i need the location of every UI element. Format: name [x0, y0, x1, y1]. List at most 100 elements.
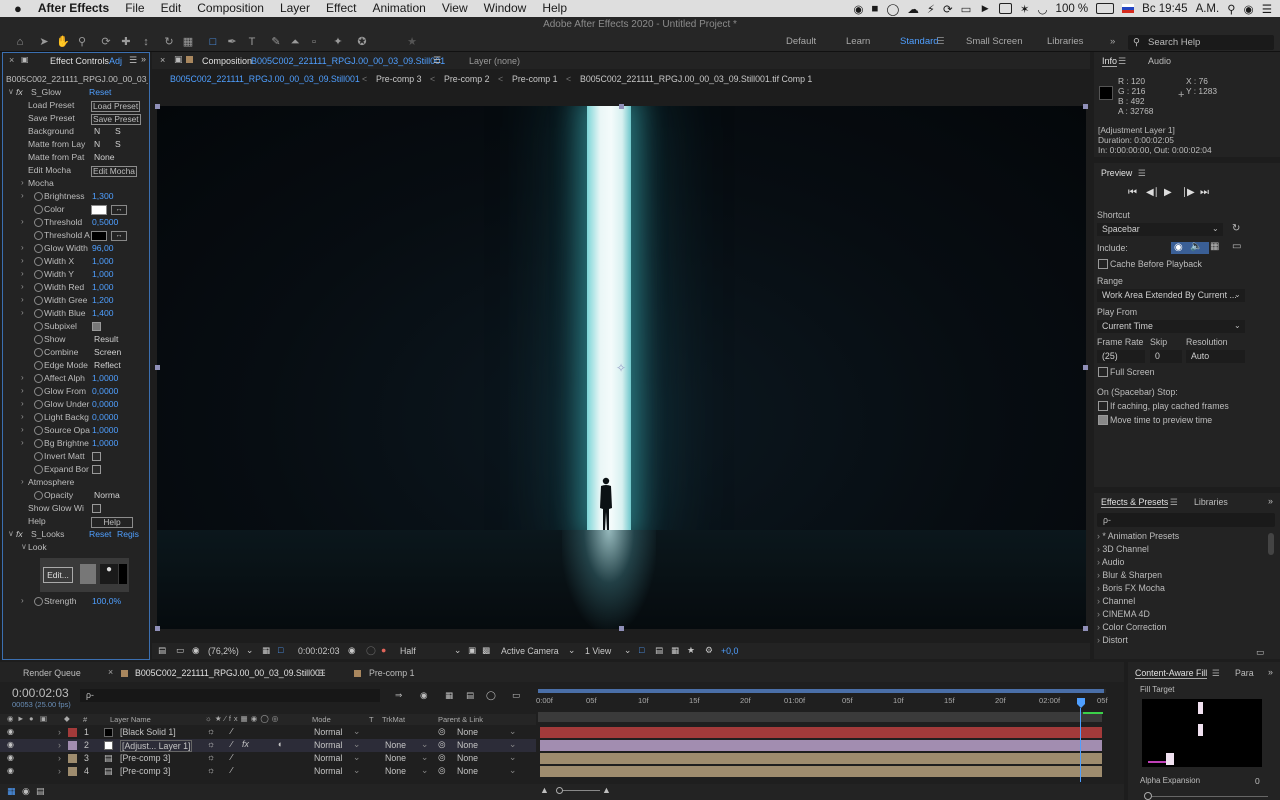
show-dropdown[interactable]: Result [94, 334, 118, 344]
full-screen-checkbox[interactable] [1098, 367, 1108, 377]
menu-file[interactable]: File [117, 0, 152, 17]
exposure-icon[interactable]: ⚙ [705, 645, 713, 656]
channel-icon[interactable]: ● [381, 645, 386, 655]
lock-icon[interactable]: ▣ [21, 55, 29, 64]
panel-menu-icon[interactable]: ☰ [318, 668, 326, 679]
list-item[interactable]: › Blur & Sharpen [1097, 570, 1267, 583]
workspace-libraries[interactable]: Libraries [1047, 36, 1083, 47]
stopwatch-icon[interactable] [34, 296, 43, 305]
apple-icon[interactable]: ● [0, 0, 30, 17]
breadcrumb-item[interactable]: Pre-comp 3 [376, 74, 421, 84]
pickwhip-icon[interactable]: ◎ [438, 726, 446, 737]
lock-icon[interactable]: ▣ [40, 714, 47, 723]
layer-color-label[interactable] [68, 728, 77, 737]
breadcrumb-item[interactable]: B005C002_221111_RPGJ.00_00_03_09.Still00… [170, 74, 360, 84]
layer-color-label[interactable] [68, 741, 77, 750]
layer-name[interactable]: [Adjust... Layer 1] [120, 740, 193, 752]
new-folder-icon[interactable]: ▭ [1256, 647, 1264, 658]
combine-dropdown[interactable]: Screen [94, 347, 121, 357]
matte-path-dropdown[interactable]: None [94, 152, 115, 162]
frame-rate-dropdown[interactable]: (25) [1097, 350, 1145, 363]
tab-audio[interactable]: Audio [1148, 56, 1171, 66]
chevron-down-icon[interactable]: ⌄ [454, 645, 461, 656]
register-link[interactable]: Regis [117, 529, 139, 539]
eyedropper-icon[interactable]: ↔ [111, 205, 127, 215]
help-button[interactable]: Help [91, 517, 133, 528]
look-group[interactable]: ∨ Look [3, 542, 151, 555]
app-menu[interactable]: After Effects [30, 0, 117, 17]
close-icon[interactable]: × [160, 55, 165, 65]
alpha-slider-thumb[interactable] [1144, 792, 1152, 800]
stopwatch-icon[interactable] [34, 192, 43, 201]
transform-handle[interactable] [155, 626, 160, 631]
puppet-tool-icon[interactable]: ✪ [354, 34, 370, 50]
eye-icon[interactable]: ◉ [7, 727, 14, 736]
table-row[interactable]: ◉ › 4 ▤ [Pre-comp 3] ☼ ∕ Normal ⌄ None ⌄… [0, 765, 536, 778]
region-icon[interactable]: ▣ [468, 645, 476, 656]
menu-effect[interactable]: Effect [318, 0, 364, 17]
timeline-icon[interactable]: ▦ [671, 645, 679, 656]
pickwhip-icon[interactable]: ◎ [438, 765, 446, 776]
affect-alpha-value[interactable]: 1,0000 [92, 373, 118, 383]
volume-icon[interactable]: ► [979, 3, 990, 15]
video-toggle-icon[interactable]: ◉ [7, 714, 14, 723]
timeline-search-field[interactable]: ρ- [80, 689, 380, 702]
list-item[interactable]: › Color Correction [1097, 622, 1267, 635]
transform-handle[interactable] [1083, 626, 1088, 631]
reset-icon[interactable]: ↻ [1232, 223, 1240, 234]
trkmat-dropdown[interactable]: None [385, 740, 406, 750]
stopwatch-icon[interactable] [34, 491, 43, 500]
type-tool-icon[interactable]: T [244, 34, 260, 50]
camera-dropdown[interactable]: Active Camera [501, 646, 559, 656]
tab-timeline-comp[interactable]: B005C002_221111_RPGJ.00_00_03_09.Still00… [135, 668, 325, 678]
alpha-expansion-value[interactable]: 0 [1255, 776, 1260, 786]
chevron-down-icon[interactable]: ⌄ [568, 645, 575, 656]
toggle-switches-icon[interactable]: ▦ [7, 786, 16, 797]
edit-mocha-button[interactable]: Edit Mocha [91, 166, 137, 177]
prev-frame-icon[interactable]: ◀∣ [1146, 187, 1159, 198]
wifi-icon[interactable]: ◡ [1038, 2, 1048, 16]
width-x-value[interactable]: 1,000 [92, 256, 114, 266]
transform-handle[interactable] [1083, 365, 1088, 370]
menu-composition[interactable]: Composition [189, 0, 272, 17]
menu-view[interactable]: View [434, 0, 476, 17]
brightness-value[interactable]: 1,300 [92, 191, 114, 201]
comp-mini-flowchart-icon[interactable]: ⇒ [395, 690, 402, 701]
stopwatch-icon[interactable] [34, 426, 43, 435]
range-dropdown[interactable]: Work Area Extended By Current ... [1097, 289, 1245, 302]
next-frame-icon[interactable]: ∣▶ [1182, 187, 1195, 198]
fx-icon[interactable]: fx [16, 529, 23, 539]
label-icon[interactable]: ◆ [64, 714, 70, 723]
quality-switch-icon[interactable]: ∕ [231, 752, 232, 762]
load-preset-button[interactable]: Load Preset [91, 101, 141, 112]
tab-para[interactable]: Para [1235, 668, 1254, 678]
matte-source-dropdown[interactable]: S [115, 139, 121, 149]
stopwatch-icon[interactable] [34, 257, 43, 266]
monitor-icon[interactable]: ▭ [176, 645, 184, 656]
opacity-dropdown[interactable]: Norma [94, 490, 120, 500]
tab-composition-prefix[interactable]: Composition [202, 56, 252, 66]
display-icon[interactable] [998, 3, 1012, 14]
list-item[interactable]: › 3D Channel [1097, 544, 1267, 557]
zoom-slider-thumb[interactable] [556, 787, 563, 794]
layer-color-label[interactable] [68, 767, 77, 776]
selection-tool-icon[interactable]: ➤ [36, 34, 52, 50]
table-row[interactable]: ◉ › 1 [Black Solid 1] ☼ ∕ Normal ⌄ ◎ Non… [0, 726, 536, 739]
close-icon[interactable]: × [108, 667, 113, 677]
atmosphere-group[interactable]: › Atmosphere [3, 477, 151, 490]
breadcrumb-item[interactable]: Pre-comp 1 [512, 74, 557, 84]
search-icon[interactable]: ⚲ [1227, 2, 1235, 16]
table-row[interactable]: ◉ › 3 ▤ [Pre-comp 3] ☼ ∕ Normal ⌄ None ⌄… [0, 752, 536, 765]
anchor-tool-icon[interactable]: ▦ [180, 34, 196, 50]
effect-s-glow-header[interactable]: ∨ fx S_Glow Reset [3, 87, 151, 100]
panel-menu-icon[interactable]: ☰ [433, 55, 441, 66]
audio-icon[interactable]: 🔈 [1190, 241, 1202, 252]
shy-switch-icon[interactable]: ☼ [207, 752, 215, 762]
chevron-right-icon[interactable]: › [58, 753, 61, 763]
views-dropdown[interactable]: 1 View [585, 646, 611, 656]
stopwatch-icon[interactable] [34, 387, 43, 396]
stopwatch-icon[interactable] [34, 205, 43, 214]
stopwatch-icon[interactable] [34, 335, 43, 344]
layer-color-label[interactable] [68, 754, 77, 763]
stopwatch-icon[interactable] [34, 400, 43, 409]
